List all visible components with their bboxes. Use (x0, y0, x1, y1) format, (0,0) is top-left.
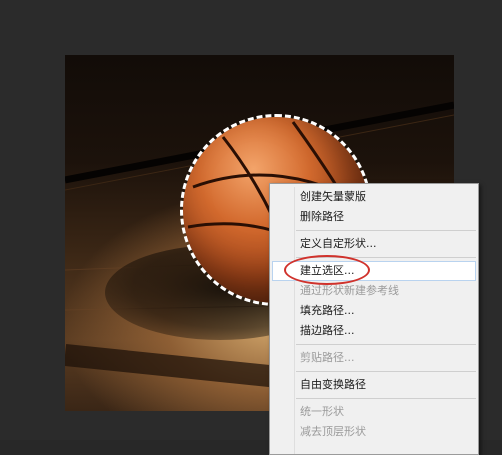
menu-separator (296, 230, 476, 231)
menu-item-unite-shapes[interactable]: 统一形状 (270, 402, 478, 422)
menu-item-make-selection[interactable]: 建立选区... (272, 261, 476, 281)
context-menu[interactable]: 创建矢量蒙版 删除路径 定义自定形状... 建立选区... 通过形状新建参考线 … (269, 183, 479, 455)
menu-item-free-transform-path[interactable]: 自由变换路径 (270, 375, 478, 395)
menu-item-subtract-front-shape[interactable]: 减去顶层形状 (270, 422, 478, 442)
menu-separator (296, 257, 476, 258)
menu-item-new-guides-from-shape[interactable]: 通过形状新建参考线 (270, 281, 478, 301)
menu-separator (296, 371, 476, 372)
menu-separator (296, 344, 476, 345)
menu-item-delete-path[interactable]: 删除路径 (270, 207, 478, 227)
menu-item-stroke-path[interactable]: 描边路径... (270, 321, 478, 341)
menu-item-clipping-path[interactable]: 剪贴路径... (270, 348, 478, 368)
menu-item-define-custom-shape[interactable]: 定义自定形状... (270, 234, 478, 254)
menu-item-fill-path[interactable]: 填充路径... (270, 301, 478, 321)
menu-item-create-vector-mask[interactable]: 创建矢量蒙版 (270, 187, 478, 207)
menu-separator (296, 398, 476, 399)
